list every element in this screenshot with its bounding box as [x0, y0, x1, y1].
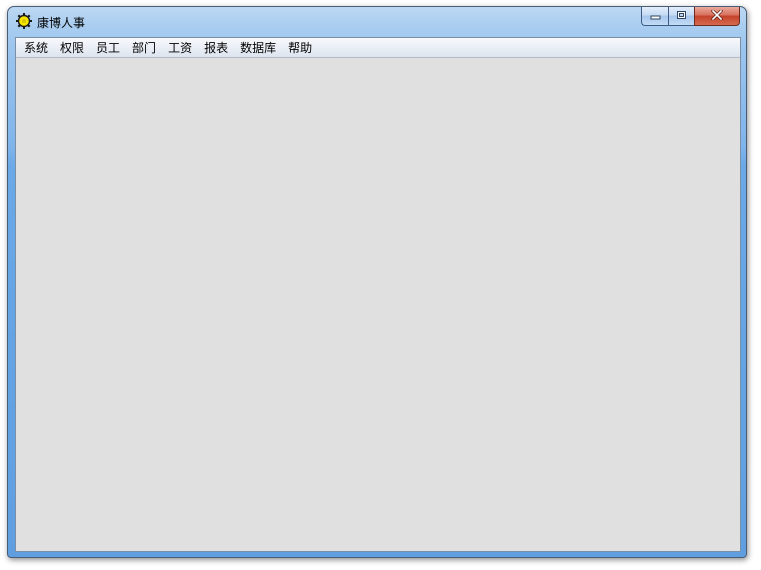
app-window: 康博人事 系统 权限 员工 部门 工资 报表 数据库 帮助 — [7, 6, 747, 558]
menu-permissions[interactable]: 权限 — [54, 39, 90, 57]
menu-help[interactable]: 帮助 — [282, 39, 318, 57]
title-bar[interactable]: 康博人事 — [8, 7, 746, 37]
menu-departments[interactable]: 部门 — [126, 39, 162, 57]
menu-salary[interactable]: 工资 — [162, 39, 198, 57]
minimize-icon — [650, 10, 661, 23]
caption-buttons — [641, 7, 740, 26]
menu-database[interactable]: 数据库 — [234, 39, 282, 57]
client-area: 系统 权限 员工 部门 工资 报表 数据库 帮助 — [15, 37, 741, 552]
menu-employees[interactable]: 员工 — [90, 39, 126, 57]
minimize-button[interactable] — [641, 7, 668, 26]
gear-icon[interactable] — [16, 13, 32, 29]
menu-system[interactable]: 系统 — [18, 39, 54, 57]
maximize-button[interactable] — [668, 7, 694, 26]
window-title: 康博人事 — [37, 16, 86, 30]
close-icon — [710, 8, 724, 23]
close-button[interactable] — [694, 7, 740, 26]
maximize-icon — [676, 10, 687, 23]
menu-bar: 系统 权限 员工 部门 工资 报表 数据库 帮助 — [16, 38, 740, 58]
menu-reports[interactable]: 报表 — [198, 39, 234, 57]
mdi-workspace — [16, 58, 740, 551]
